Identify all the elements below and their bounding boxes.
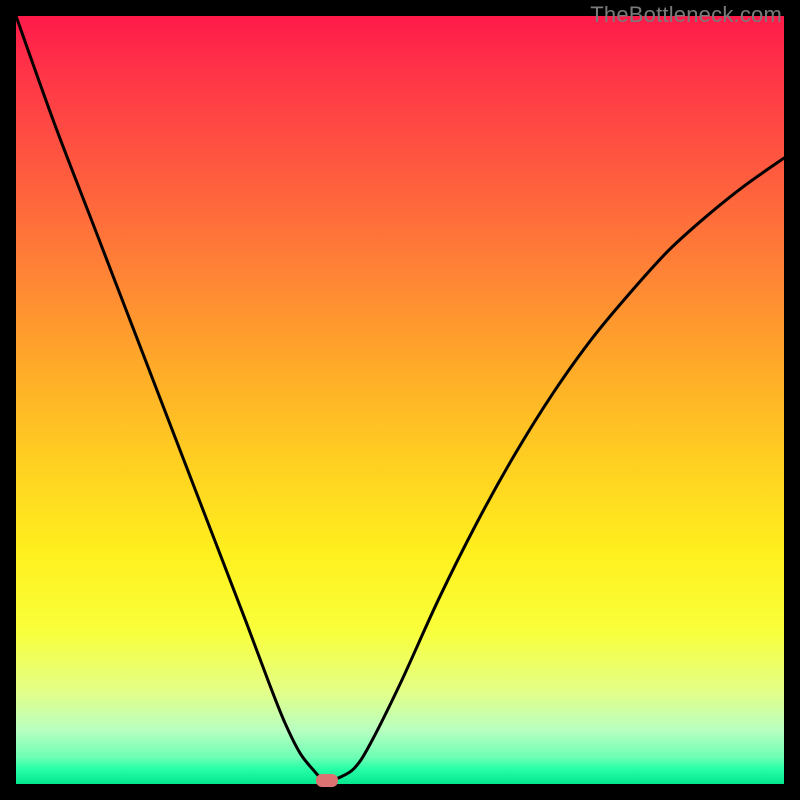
minimum-marker — [316, 774, 338, 787]
plot-area — [16, 16, 784, 784]
chart-container: TheBottleneck.com — [0, 0, 800, 800]
bottleneck-curve — [16, 16, 784, 781]
curve-svg — [16, 16, 784, 784]
watermark-text: TheBottleneck.com — [590, 2, 782, 28]
